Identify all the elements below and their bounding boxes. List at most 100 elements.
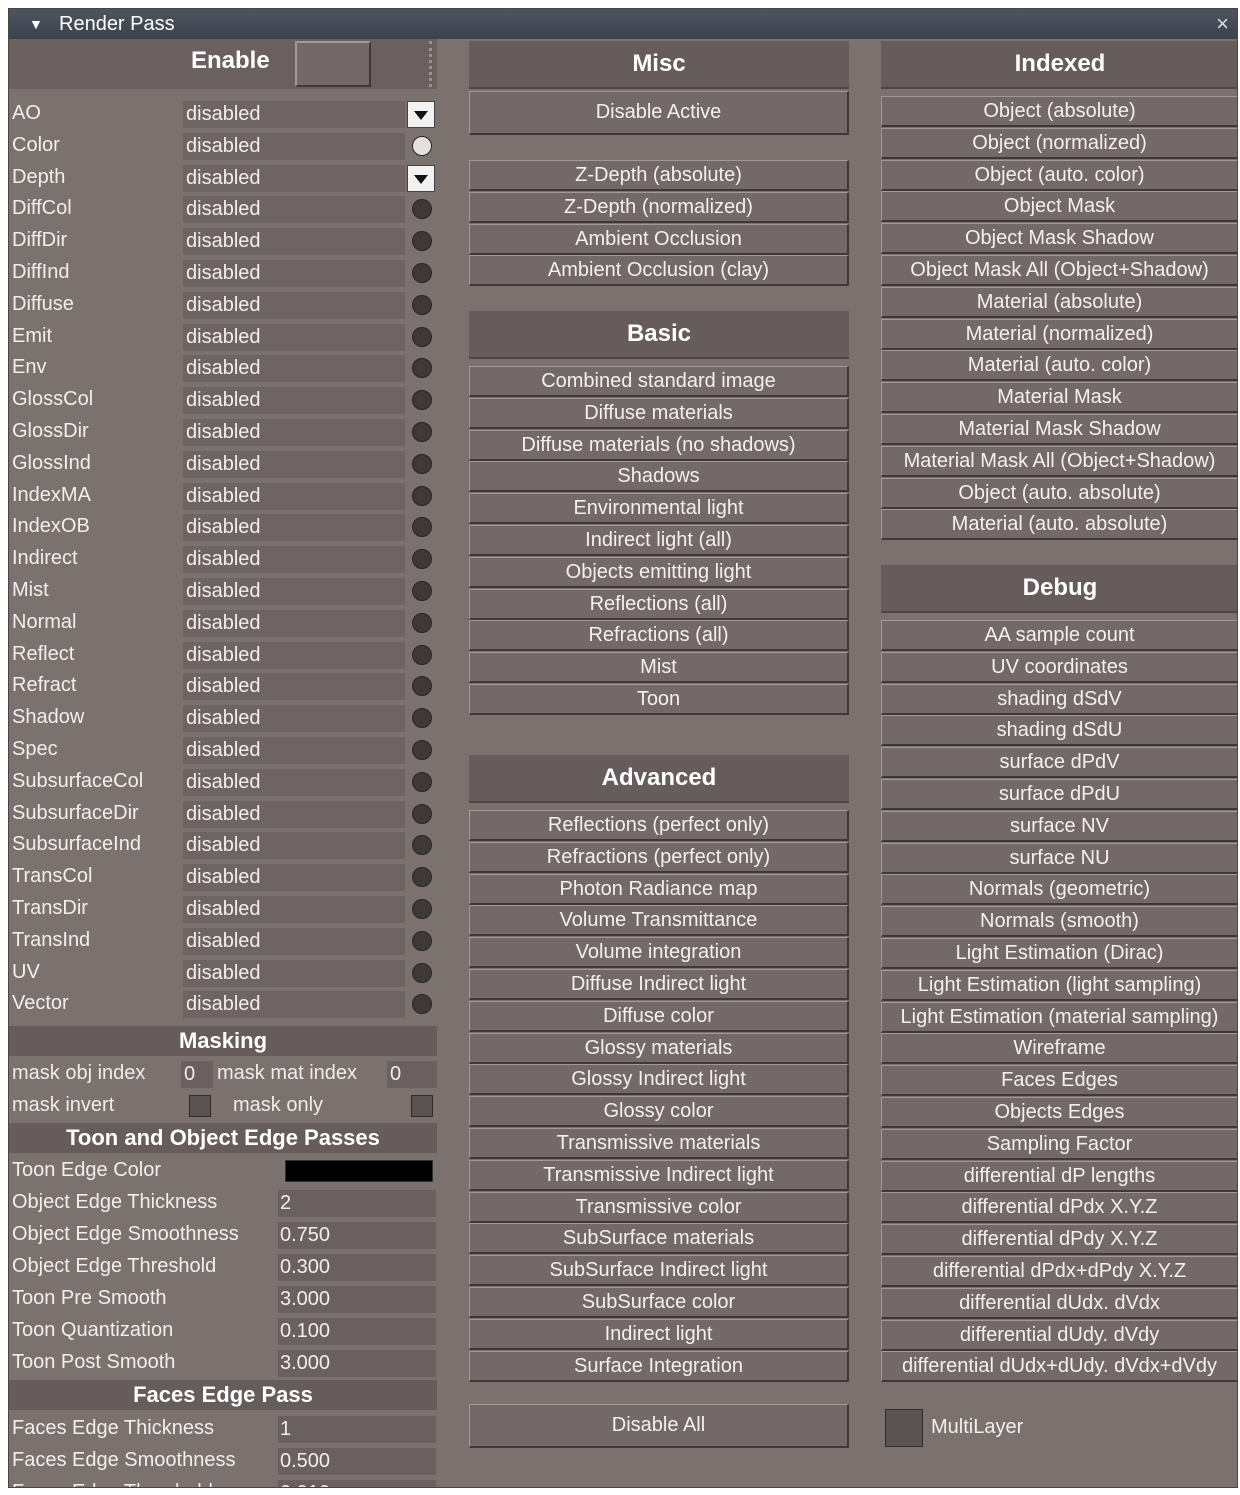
advanced-button-indirect-light[interactable]: Indirect light [469, 1318, 849, 1350]
indexed-button-material-mask-shadow[interactable]: Material Mask Shadow [881, 414, 1237, 445]
debug-button-objects-edges[interactable]: Objects Edges [881, 1097, 1237, 1128]
radio-button[interactable] [412, 899, 432, 919]
pass-value-field[interactable]: disabled [183, 705, 405, 733]
pass-value-field[interactable]: disabled [183, 959, 405, 987]
enable-toggle-button[interactable] [295, 41, 371, 87]
debug-button-shading-dsdv[interactable]: shading dSdV [881, 683, 1237, 715]
faces-edge-input[interactable]: 0.010 [278, 1480, 436, 1487]
indexed-button-material-auto-absolute[interactable]: Material (auto. absolute) [881, 509, 1237, 541]
debug-button-surface-dpdv[interactable]: surface dPdV [881, 747, 1237, 779]
basic-button-reflections-all[interactable]: Reflections (all) [469, 588, 849, 620]
misc-button-z-depth-normalized[interactable]: Z-Depth (normalized) [469, 191, 849, 223]
debug-button-surface-nv[interactable]: surface NV [881, 810, 1237, 842]
pass-value-field[interactable]: disabled [183, 323, 405, 351]
toon-edge-color-swatch[interactable] [285, 1160, 433, 1183]
radio-button[interactable] [412, 581, 432, 601]
pass-value-field[interactable]: disabled [183, 800, 405, 828]
debug-button-normals-smooth[interactable]: Normals (smooth) [881, 906, 1237, 938]
radio-button[interactable] [412, 867, 432, 888]
faces-edge-input[interactable]: 1 [278, 1416, 436, 1444]
close-icon[interactable]: × [1216, 9, 1229, 39]
pass-value-field[interactable]: disabled [183, 450, 405, 478]
debug-button-surface-nu[interactable]: surface NU [881, 842, 1237, 874]
indexed-button-object-auto-color[interactable]: Object (auto. color) [881, 159, 1237, 191]
radio-button[interactable] [412, 962, 432, 983]
pass-value-field[interactable]: disabled [183, 737, 405, 764]
basic-button-indirect-light-all[interactable]: Indirect light (all) [469, 525, 849, 556]
radio-button[interactable] [412, 517, 432, 538]
indexed-button-material-normalized[interactable]: Material (normalized) [881, 318, 1237, 350]
radio-button[interactable] [412, 549, 432, 570]
advanced-button-transmissive-materials[interactable]: Transmissive materials [469, 1128, 849, 1159]
multilayer-checkbox[interactable] [885, 1409, 923, 1447]
basic-button-environmental-light[interactable]: Environmental light [469, 493, 849, 525]
advanced-button-diffuse-color[interactable]: Diffuse color [469, 1000, 849, 1032]
radio-button[interactable] [412, 740, 432, 760]
pass-value-field[interactable]: disabled [183, 896, 405, 923]
pass-value-field[interactable]: disabled [183, 196, 405, 224]
indexed-button-material-mask[interactable]: Material Mask [881, 382, 1237, 414]
pass-value-field[interactable]: disabled [183, 546, 405, 574]
pass-value-field[interactable]: disabled [183, 927, 405, 955]
debug-button-differential-dudy-dvdy[interactable]: differential dUdy. dVdy [881, 1319, 1237, 1351]
radio-button[interactable] [412, 644, 432, 665]
pass-value-field[interactable]: disabled [183, 132, 405, 160]
advanced-button-glossy-materials[interactable]: Glossy materials [469, 1032, 849, 1064]
basic-button-mist[interactable]: Mist [469, 652, 849, 684]
pass-value-field[interactable]: disabled [183, 101, 405, 128]
indexed-button-object-normalized[interactable]: Object (normalized) [881, 127, 1237, 159]
debug-button-differential-dpdy-x-y-z[interactable]: differential dPdy X.Y.Z [881, 1224, 1237, 1256]
pass-value-field[interactable]: disabled [183, 578, 405, 605]
pass-value-field[interactable]: disabled [183, 419, 405, 446]
debug-button-aa-sample-count[interactable]: AA sample count [881, 620, 1237, 651]
indexed-button-material-absolute[interactable]: Material (absolute) [881, 286, 1237, 318]
indexed-button-object-mask[interactable]: Object Mask [881, 191, 1237, 223]
advanced-button-surface-integration[interactable]: Surface Integration [469, 1350, 849, 1382]
debug-button-light-estimation-dirac[interactable]: Light Estimation (Dirac) [881, 938, 1237, 969]
indexed-button-object-mask-shadow[interactable]: Object Mask Shadow [881, 223, 1237, 255]
disable-all-button[interactable]: Disable All [469, 1404, 849, 1448]
indexed-button-material-auto-color[interactable]: Material (auto. color) [881, 350, 1237, 382]
basic-button-toon[interactable]: Toon [469, 684, 849, 715]
basic-button-diffuse-materials[interactable]: Diffuse materials [469, 397, 849, 429]
radio-button[interactable] [412, 612, 432, 633]
mask-invert-checkbox[interactable] [189, 1095, 211, 1118]
mask-obj-index-field[interactable]: 0 [181, 1061, 213, 1089]
pass-value-field[interactable]: disabled [183, 864, 405, 892]
misc-button-ambient-occlusion-clay[interactable]: Ambient Occlusion (clay) [469, 255, 849, 287]
debug-button-sampling-factor[interactable]: Sampling Factor [881, 1128, 1237, 1160]
advanced-button-subsurface-indirect-light[interactable]: SubSurface Indirect light [469, 1255, 849, 1287]
radio-button[interactable] [412, 231, 432, 252]
radio-button[interactable] [412, 708, 432, 729]
misc-button-ambient-occlusion[interactable]: Ambient Occlusion [469, 223, 849, 255]
indexed-button-object-mask-all-object-shadow[interactable]: Object Mask All (Object+Shadow) [881, 255, 1237, 286]
pass-value-field[interactable]: disabled [183, 673, 405, 701]
radio-button[interactable] [412, 485, 432, 506]
debug-button-uv-coordinates[interactable]: UV coordinates [881, 651, 1237, 683]
basic-button-objects-emitting-light[interactable]: Objects emitting light [469, 556, 849, 588]
radio-button[interactable] [412, 422, 432, 442]
radio-button[interactable] [412, 326, 432, 347]
debug-button-differential-dudx-dvdx[interactable]: differential dUdx. dVdx [881, 1287, 1237, 1319]
collapse-icon[interactable]: ▼ [29, 9, 43, 39]
debug-button-light-estimation-material-sampling[interactable]: Light Estimation (material sampling) [881, 1001, 1237, 1033]
basic-button-combined-standard-image[interactable]: Combined standard image [469, 366, 849, 397]
radio-button[interactable] [412, 771, 432, 792]
pass-value-field[interactable]: disabled [183, 641, 405, 669]
advanced-button-volume-transmittance[interactable]: Volume Transmittance [469, 905, 849, 937]
radio-button[interactable] [412, 676, 432, 697]
advanced-button-transmissive-indirect-light[interactable]: Transmissive Indirect light [469, 1159, 849, 1191]
toon-field-input[interactable]: 3.000 [278, 1350, 436, 1378]
basic-button-refractions-all[interactable]: Refractions (all) [469, 620, 849, 652]
radio-button[interactable] [412, 803, 432, 824]
toon-field-input[interactable]: 2 [278, 1190, 436, 1218]
toon-field-input[interactable]: 0.100 [278, 1318, 436, 1346]
advanced-button-refractions-perfect-only[interactable]: Refractions (perfect only) [469, 841, 849, 873]
advanced-button-glossy-color[interactable]: Glossy color [469, 1096, 849, 1128]
advanced-button-diffuse-indirect-light[interactable]: Diffuse Indirect light [469, 969, 849, 1000]
misc-button-z-depth-absolute[interactable]: Z-Depth (absolute) [469, 160, 849, 191]
debug-button-differential-dpdx-x-y-z[interactable]: differential dPdx X.Y.Z [881, 1192, 1237, 1224]
advanced-button-reflections-perfect-only[interactable]: Reflections (perfect only) [469, 810, 849, 841]
radio-button[interactable] [412, 930, 432, 951]
pass-value-field[interactable]: disabled [183, 355, 405, 383]
